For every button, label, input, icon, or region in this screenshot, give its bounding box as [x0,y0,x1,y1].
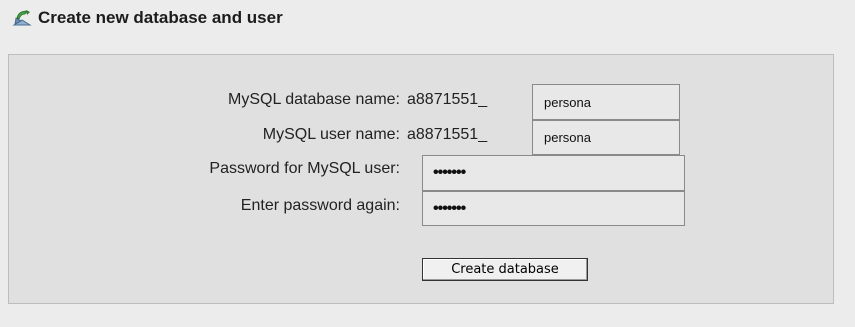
create-database-button[interactable]: Create database [422,258,588,281]
database-name-input[interactable] [532,84,680,120]
password-input[interactable] [422,155,685,191]
user-name-input[interactable] [532,120,680,155]
database-name-prefix: a8871551_ [407,91,488,108]
password-label: Password for MySQL user: [209,160,400,177]
database-name-label: MySQL database name: [228,91,400,108]
password-again-input[interactable] [422,191,685,226]
database-user-icon [12,8,32,28]
user-name-label: MySQL user name: [262,126,400,143]
user-name-prefix: a8871551_ [407,126,488,143]
section-header: Create new database and user [12,8,283,28]
password-again-label: Enter password again: [240,197,400,214]
page-title: Create new database and user [38,8,283,27]
